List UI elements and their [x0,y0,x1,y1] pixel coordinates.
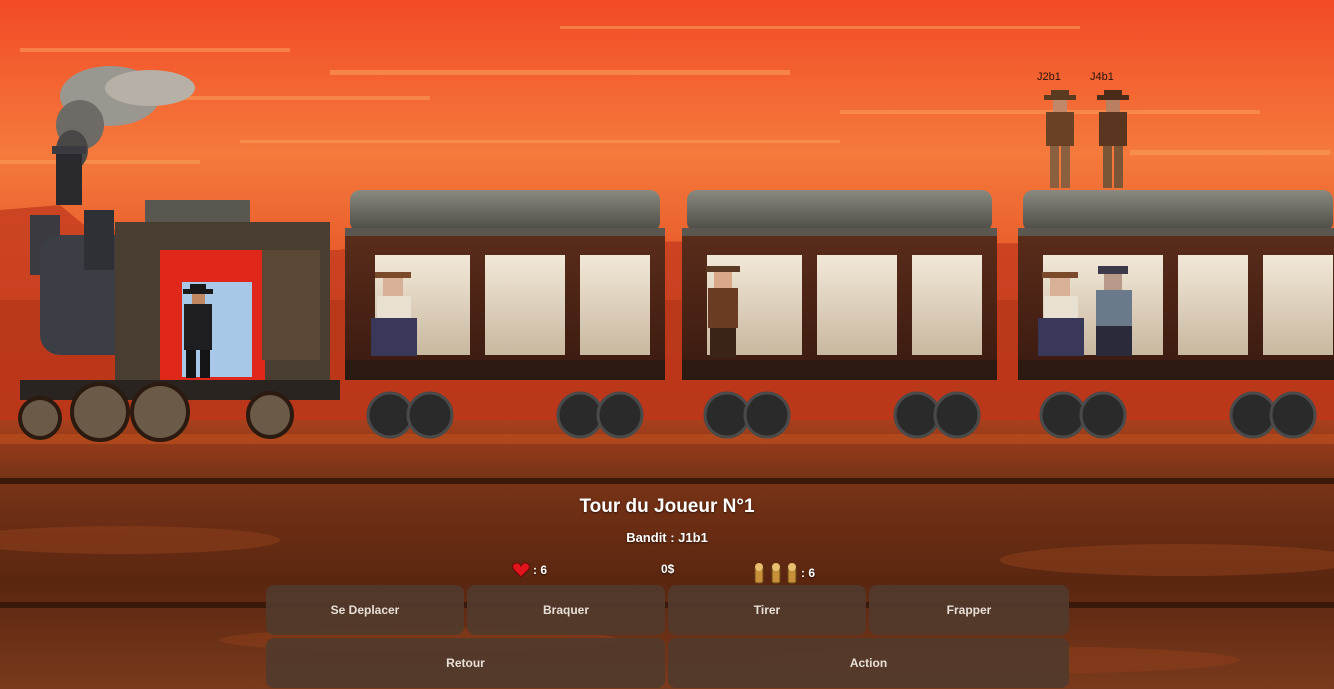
action-button[interactable]: Action [668,638,1069,688]
current-bandit: Bandit : J1b1 [626,530,708,545]
move-button[interactable]: Se Deplacer [266,585,464,635]
turn-title: Tour du Joueur N°1 [579,496,755,517]
bullets-stat: : 6 [754,562,815,584]
punch-button[interactable]: Frapper [869,585,1069,635]
heart-icon [512,562,530,578]
money-value: 0$ [661,562,675,576]
bullets-icon [754,563,797,584]
hud-panel: Tour du Joueur N°1 Bandit : J1b1 : 6 0$ … [0,488,1334,689]
money-stat: 0$ [661,562,674,576]
back-button[interactable]: Retour [266,638,665,688]
shoot-button[interactable]: Tirer [668,585,866,635]
rob-button[interactable]: Braquer [467,585,665,635]
bullets-value: : 6 [801,566,816,580]
bandit-label-j4b1: J4b1 [1090,71,1114,83]
health-value: : 6 [533,563,548,577]
health-stat: : 6 [512,562,547,578]
bandit-label-j2b1: J2b1 [1037,71,1061,83]
